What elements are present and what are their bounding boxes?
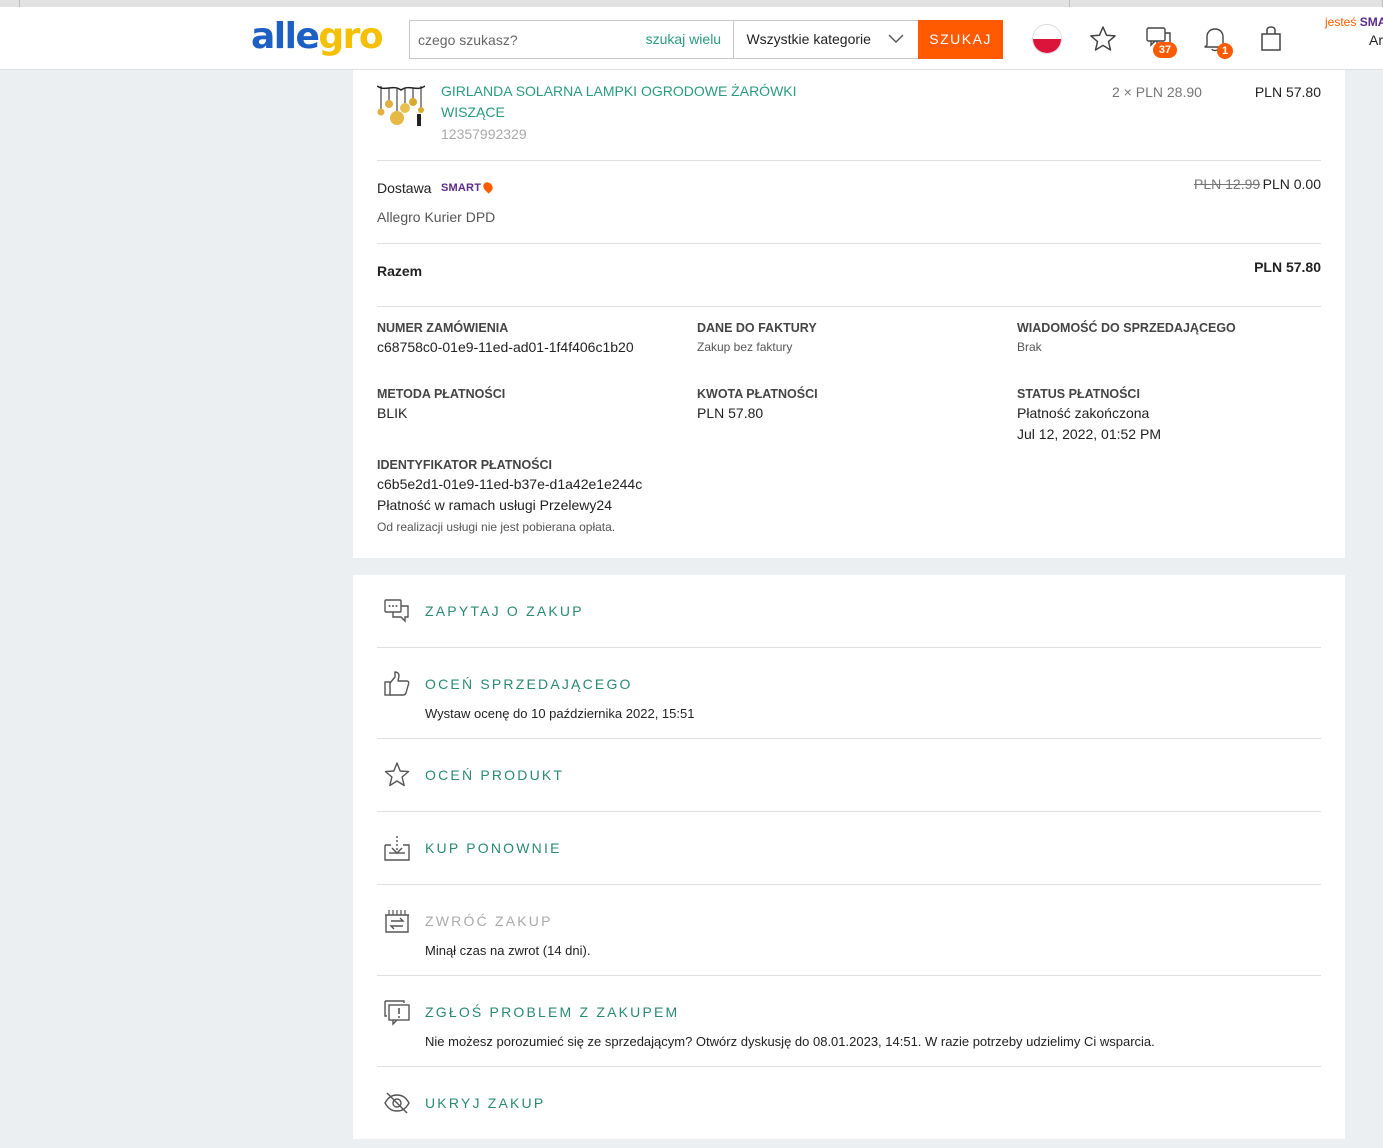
seller-message-value: Brak (1017, 340, 1042, 354)
buy-again-icon (384, 836, 410, 861)
category-select-value: Wszystkie kategorie (746, 31, 871, 47)
cart-bag-icon[interactable] (1255, 23, 1287, 55)
search-bar: szukaj wielu Wszystkie kategorie SZUKAJ (409, 20, 1003, 59)
product-quantity-price: 2 × PLN 28.90 (1112, 84, 1202, 100)
logo-part-1: alle (251, 16, 320, 57)
action-title: ZWRÓĆ ZAKUP (425, 913, 553, 929)
payment-service: Płatność w ramach usługi Przelewy24 (377, 497, 612, 513)
payment-id-label: IDENTYFIKATOR PŁATNOŚCI (377, 458, 552, 472)
browser-tab[interactable] (20, 0, 1070, 7)
return-icon (385, 910, 409, 933)
delivery-price: PLN 0.00 (1262, 176, 1321, 192)
payment-date: Jul 12, 2022, 01:52 PM (1017, 426, 1161, 442)
browser-tab[interactable] (1070, 0, 1383, 7)
action-title[interactable]: UKRYJ ZAKUP (425, 1095, 545, 1111)
search-button[interactable]: SZUKAJ (918, 20, 1003, 59)
order-number: c68758c0-01e9-11ed-ad01-1f4f406c1b20 (377, 339, 634, 355)
site-header: allegro szukaj wielu Wszystkie kategorie… (0, 7, 1383, 70)
payment-method-label: METODA PŁATNOŚCI (377, 387, 506, 401)
delivery-label: Dostawa (377, 180, 432, 196)
category-select[interactable]: Wszystkie kategorie (733, 21, 918, 58)
payment-status: Płatność zakończona (1017, 405, 1150, 421)
payment-status-label: STATUS PŁATNOŚCI (1017, 387, 1140, 401)
browser-tab[interactable] (0, 0, 20, 7)
action-title[interactable]: OCEŃ SPRZEDAJĄCEGO (425, 676, 633, 692)
thumbs-up-icon (384, 671, 410, 696)
seller-message-label: WIADOMOŚĆ DO SPRZEDAJĄCEGO (1017, 321, 1236, 335)
product-sum: PLN 57.80 (1254, 84, 1321, 100)
action-subtitle: Minął czas na zwrot (14 dni). (425, 943, 591, 958)
action-subtitle: Nie możesz porozumieć się ze sprzedający… (425, 1034, 1155, 1049)
order-actions-card: ZAPYTAJ O ZAKUP OCEŃ SPRZEDAJĄCEGO Wysta… (353, 575, 1345, 1139)
star-icon (384, 762, 410, 787)
divider (377, 160, 1321, 161)
payment-id: c6b5e2d1-01e9-11ed-b37e-d1a42e1e244c (377, 476, 643, 492)
payment-method: BLIK (377, 405, 408, 421)
logo-part-2: gro (318, 16, 383, 57)
total-value: PLN 57.80 (1254, 259, 1321, 275)
smart-status: jesteś SMA (1325, 15, 1383, 29)
product-offer-id: 12357992329 (441, 126, 527, 142)
smart-badge-text: SMART (441, 182, 482, 194)
search-many-link[interactable]: szukaj wielu (646, 21, 734, 58)
notifications-badge: 1 (1217, 43, 1233, 59)
divider (377, 1066, 1321, 1067)
smart-status-label: SMA (1359, 15, 1383, 29)
chat-icon (384, 599, 409, 623)
divider (377, 975, 1321, 976)
divider (377, 647, 1321, 648)
allegro-logo[interactable]: allegro (251, 15, 384, 59)
notifications-button[interactable]: 1 (1199, 23, 1233, 59)
search-input[interactable] (410, 21, 646, 58)
action-subtitle: Wystaw ocenę do 10 października 2022, 15… (425, 706, 695, 721)
smart-pin-icon (481, 180, 495, 194)
messages-badge: 37 (1153, 42, 1177, 58)
divider (377, 738, 1321, 739)
divider (377, 884, 1321, 885)
messages-button[interactable]: 37 (1143, 23, 1177, 58)
payment-amount-label: KWOTA PŁATNOŚCI (697, 387, 818, 401)
divider (377, 243, 1321, 244)
order-number-label: NUMER ZAMÓWIENIA (377, 321, 509, 335)
action-title[interactable]: ZAPYTAJ O ZAKUP (425, 603, 584, 619)
star-icon[interactable] (1087, 23, 1119, 55)
delivery-carrier: Allegro Kurier DPD (377, 209, 496, 225)
eye-hidden-icon (384, 1092, 410, 1114)
action-title[interactable]: ZGŁOŚ PROBLEM Z ZAKUPEM (425, 1004, 679, 1020)
invoice-value: Zakup bez faktury (697, 340, 793, 354)
total-label: Razem (377, 263, 423, 279)
divider (377, 811, 1321, 812)
smart-status-prefix: jesteś (1325, 15, 1357, 29)
poland-flag-icon[interactable] (1033, 25, 1061, 53)
delivery-old-price: PLN 12.99 (1194, 176, 1261, 192)
report-problem-icon (384, 1000, 410, 1026)
product-title-link[interactable]: GIRLANDA SOLARNA LAMPKI OGRODOWE ŻARÓWKI… (441, 81, 821, 123)
divider (377, 306, 1321, 307)
payment-fee-note: Od realizacji usługi nie jest pobierana … (377, 520, 616, 534)
action-title[interactable]: KUP PONOWNIE (425, 840, 562, 856)
chevron-down-icon (888, 34, 904, 43)
payment-amount: PLN 57.80 (697, 405, 764, 421)
product-thumbnail[interactable] (377, 80, 425, 130)
smart-badge: SMART (441, 180, 495, 194)
user-menu[interactable]: Ar (1369, 32, 1383, 48)
order-summary-card: GIRLANDA SOLARNA LAMPKI OGRODOWE ŻARÓWKI… (353, 70, 1345, 558)
invoice-label: DANE DO FAKTURY (697, 321, 817, 335)
browser-tab-strip (0, 0, 1383, 7)
action-title[interactable]: OCEŃ PRODUKT (425, 767, 564, 783)
